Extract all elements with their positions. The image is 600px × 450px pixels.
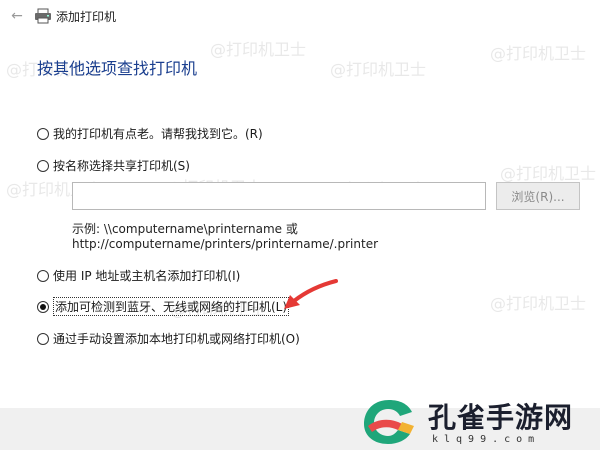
logo-text: 孔雀手游网 [428, 401, 574, 434]
watermark: @打印机卫士 [330, 60, 427, 79]
arrow-left-icon: ← [11, 8, 23, 24]
option-ip-address[interactable]: 使用 IP 地址或主机名添加打印机(I) [37, 267, 240, 284]
option-label: 使用 IP 地址或主机名添加打印机(I) [53, 269, 241, 283]
option-old-printer[interactable]: 我的打印机有点老。请帮我找到它。(R) [37, 125, 263, 142]
watermark: @打印机卫士 [490, 44, 587, 63]
option-label: 添加可检测到蓝牙、无线或网络的打印机(L) [53, 297, 290, 316]
printer-icon [35, 8, 51, 24]
option-detect-wireless[interactable]: 添加可检测到蓝牙、无线或网络的打印机(L) [37, 297, 290, 316]
browse-button[interactable]: 浏览(R)... [496, 182, 580, 210]
shared-printer-input[interactable] [72, 182, 486, 210]
logo-url: klq99.com [432, 434, 541, 445]
option-label: 按名称选择共享打印机(S) [53, 159, 190, 173]
annotation-arrow-icon [284, 279, 338, 309]
radio-manual-setup[interactable] [37, 332, 49, 345]
option-shared-by-name[interactable]: 按名称选择共享打印机(S) [37, 157, 190, 174]
back-button[interactable]: ← [6, 6, 28, 26]
example-text: http://computername/printers/printername… [72, 237, 379, 251]
title-bar: ← 添加打印机 [0, 0, 600, 32]
watermark: @打印机卫士 [500, 164, 597, 183]
radio-detect-wireless[interactable] [37, 300, 49, 313]
watermark: @打印机卫士 [490, 294, 587, 313]
option-label: 我的打印机有点老。请帮我找到它。(R) [53, 127, 263, 141]
option-label: 通过手动设置添加本地打印机或网络打印机(O) [53, 332, 300, 346]
example-text: 示例: \\computername\printername 或 [72, 222, 298, 236]
radio-shared-by-name[interactable] [37, 159, 49, 172]
logo-icon [364, 400, 414, 444]
radio-old-printer[interactable] [37, 127, 49, 140]
window-title: 添加打印机 [56, 10, 117, 24]
watermark: @打印机卫士 [210, 40, 307, 59]
radio-ip-address[interactable] [37, 269, 49, 282]
page-title: 按其他选项查找打印机 [37, 59, 198, 78]
option-manual-setup[interactable]: 通过手动设置添加本地打印机或网络打印机(O) [37, 330, 300, 347]
